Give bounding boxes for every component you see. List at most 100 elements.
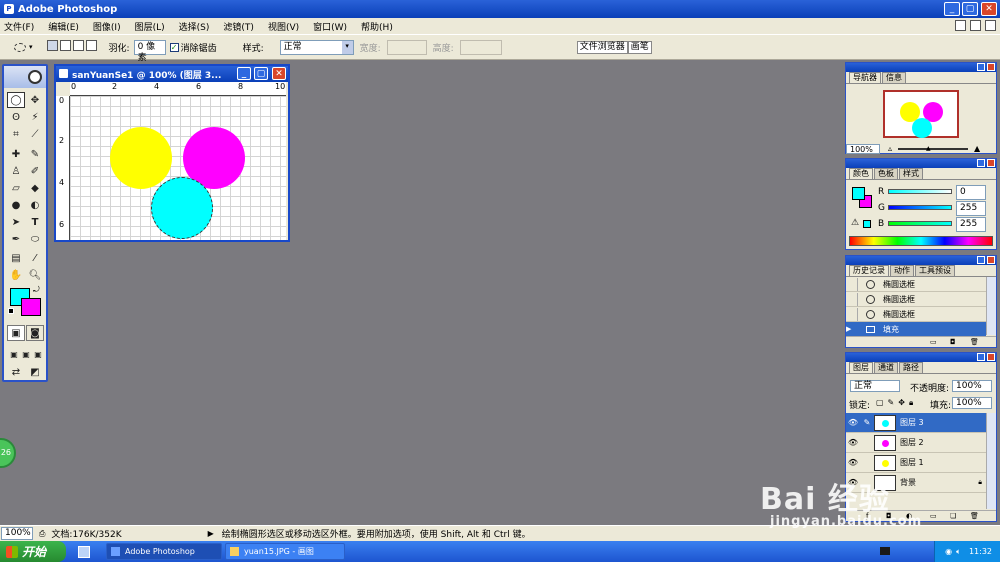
zoom-out-icon[interactable]: ▵ — [888, 144, 892, 153]
imageready-icon[interactable]: ◩ — [26, 364, 44, 380]
blur-tool-icon[interactable]: ● — [7, 197, 25, 213]
path-select-icon[interactable]: ➤ — [7, 214, 25, 230]
warning-icon[interactable]: ⚠ — [851, 218, 859, 228]
type-tool-icon[interactable]: T — [26, 214, 44, 230]
volume-icon[interactable]: 🔈︎ — [956, 547, 961, 557]
eyedropper-icon[interactable]: ⁄ — [26, 250, 44, 266]
history-item[interactable]: 椭圆选框 — [846, 307, 986, 322]
history-item[interactable]: 椭圆选框 — [846, 292, 986, 307]
layer-row-2[interactable]: 👁︎ 图层 2 — [846, 433, 986, 453]
opacity-input[interactable]: 100% — [952, 380, 992, 392]
clone-stamp-icon[interactable]: ♙ — [7, 163, 25, 179]
panel-minimize-button[interactable] — [977, 256, 985, 264]
new-layer-icon[interactable]: ❏ — [950, 512, 956, 520]
tab-layers[interactable]: 图层 — [849, 362, 873, 373]
tab-color[interactable]: 颜色 — [849, 168, 873, 179]
cyan-circle-selection[interactable] — [151, 177, 213, 239]
ellipse-marquee-tool-icon[interactable]: ◯ — [7, 92, 25, 108]
blend-mode-select[interactable]: 正常 — [850, 380, 900, 392]
menu-image[interactable]: 图像(I) — [93, 20, 121, 33]
intersect-selection-icon[interactable] — [85, 40, 97, 51]
zoom-slider-thumb[interactable]: ▲ — [926, 145, 931, 152]
tab-tool-presets[interactable]: 工具预设 — [915, 265, 955, 276]
doc-restore-button[interactable] — [970, 20, 981, 31]
history-item[interactable]: 椭圆选框 — [846, 277, 986, 292]
tab-actions[interactable]: 动作 — [890, 265, 914, 276]
brush-tool-icon[interactable]: ✎ — [26, 146, 44, 162]
healing-brush-icon[interactable]: ✚ — [7, 146, 25, 162]
trash-icon[interactable]: 🗑︎ — [970, 338, 979, 346]
status-menu-arrow-icon[interactable]: ▶ — [208, 529, 214, 538]
doc-close-button[interactable] — [985, 20, 996, 31]
panel-close-button[interactable] — [987, 256, 995, 264]
tab-info[interactable]: 信息 — [882, 72, 906, 83]
g-slider[interactable] — [888, 205, 952, 210]
antialias-checkbox[interactable]: ✓ — [169, 42, 179, 52]
lock-icons[interactable]: ▢✎✥🔒︎ — [876, 398, 917, 408]
add-selection-icon[interactable] — [59, 40, 71, 51]
history-scrollbar[interactable] — [986, 277, 996, 335]
zoom-slider[interactable]: ▲ — [898, 145, 969, 152]
close-button[interactable]: ✕ — [981, 2, 997, 16]
tab-file-browser[interactable]: 文件浏览器 — [576, 40, 628, 54]
start-button[interactable]: 开始 — [0, 541, 66, 562]
hand-tool-icon[interactable]: ✋ — [7, 267, 25, 283]
doc-win-close-button[interactable]: ✕ — [272, 67, 286, 80]
panel-close-button[interactable] — [987, 353, 995, 361]
tab-swatches[interactable]: 色板 — [874, 168, 898, 179]
tab-paths[interactable]: 路径 — [899, 362, 923, 373]
ime-icon[interactable] — [880, 547, 890, 555]
zoom-in-icon[interactable]: ▲ — [974, 144, 980, 153]
snapshot-icon[interactable]: ◘ — [950, 338, 956, 346]
doc-win-maximize-button[interactable]: ▢ — [254, 67, 268, 80]
maximize-button[interactable]: ▢ — [962, 2, 978, 16]
minimize-button[interactable]: _ — [944, 2, 960, 16]
tab-brushes[interactable]: 画笔 — [627, 40, 652, 54]
notes-tool-icon[interactable]: ▤ — [7, 250, 25, 266]
floating-badge[interactable]: 26 — [0, 438, 16, 468]
menu-help[interactable]: 帮助(H) — [361, 20, 393, 33]
menu-window[interactable]: 窗口(W) — [313, 20, 347, 33]
trash-icon[interactable]: 🗑︎ — [970, 512, 979, 520]
panel-close-button[interactable] — [987, 159, 995, 167]
b-value-input[interactable]: 255 — [956, 217, 986, 232]
magic-wand-icon[interactable]: ⚡ — [26, 109, 44, 125]
g-value-input[interactable]: 255 — [956, 201, 986, 216]
eye-icon[interactable]: 👁︎ — [846, 458, 860, 467]
history-brush-icon[interactable]: ✐ — [26, 163, 44, 179]
menu-layer[interactable]: 图层(L) — [135, 20, 165, 33]
default-colors-icon[interactable] — [8, 308, 14, 314]
slice-tool-icon[interactable]: ⟋ — [26, 126, 44, 142]
menu-edit[interactable]: 编辑(E) — [48, 20, 79, 33]
task-paint[interactable]: yuan15.JPG - 画图 — [225, 543, 345, 560]
new-document-icon[interactable]: ▭ — [930, 338, 937, 346]
subtract-selection-icon[interactable] — [72, 40, 84, 51]
zoom-level-input[interactable]: 100% — [1, 527, 33, 540]
new-group-icon[interactable]: ▭ — [930, 512, 937, 520]
panel-close-button[interactable] — [987, 63, 995, 71]
move-tool-icon[interactable]: ✥ — [26, 92, 44, 108]
feather-input[interactable]: 0 像素 — [133, 39, 166, 63]
swap-colors-icon[interactable]: ⤾ — [33, 285, 40, 295]
jump-to-imageready-icon[interactable]: ⇄ — [7, 364, 25, 380]
history-item-selected[interactable]: ▶ 填充 — [846, 322, 986, 337]
panel-minimize-button[interactable] — [977, 63, 985, 71]
menu-select[interactable]: 选择(S) — [179, 20, 210, 33]
network-icon[interactable]: ◉ — [945, 547, 952, 556]
menu-view[interactable]: 视图(V) — [268, 20, 299, 33]
crop-tool-icon[interactable]: ⌗ — [7, 126, 25, 142]
menu-file[interactable]: 文件(F) — [4, 20, 34, 33]
new-selection-icon[interactable] — [46, 40, 58, 51]
eye-icon[interactable]: 👁︎ — [846, 418, 860, 427]
standard-mode-icon[interactable]: ▣ — [7, 325, 25, 341]
doc-info-icon[interactable]: ⎙ — [39, 529, 45, 539]
height-input[interactable] — [459, 39, 502, 55]
panel-minimize-button[interactable] — [977, 353, 985, 361]
web-safe-swatch[interactable] — [863, 220, 871, 228]
task-photoshop[interactable]: Adobe Photoshop — [106, 543, 222, 560]
brush-link-icon[interactable]: ✎ — [860, 418, 874, 427]
layers-scrollbar[interactable] — [986, 413, 996, 509]
tab-channels[interactable]: 通道 — [874, 362, 898, 373]
yellow-circle[interactable] — [110, 127, 172, 189]
navigator-zoom-input[interactable]: 100% — [846, 143, 880, 154]
